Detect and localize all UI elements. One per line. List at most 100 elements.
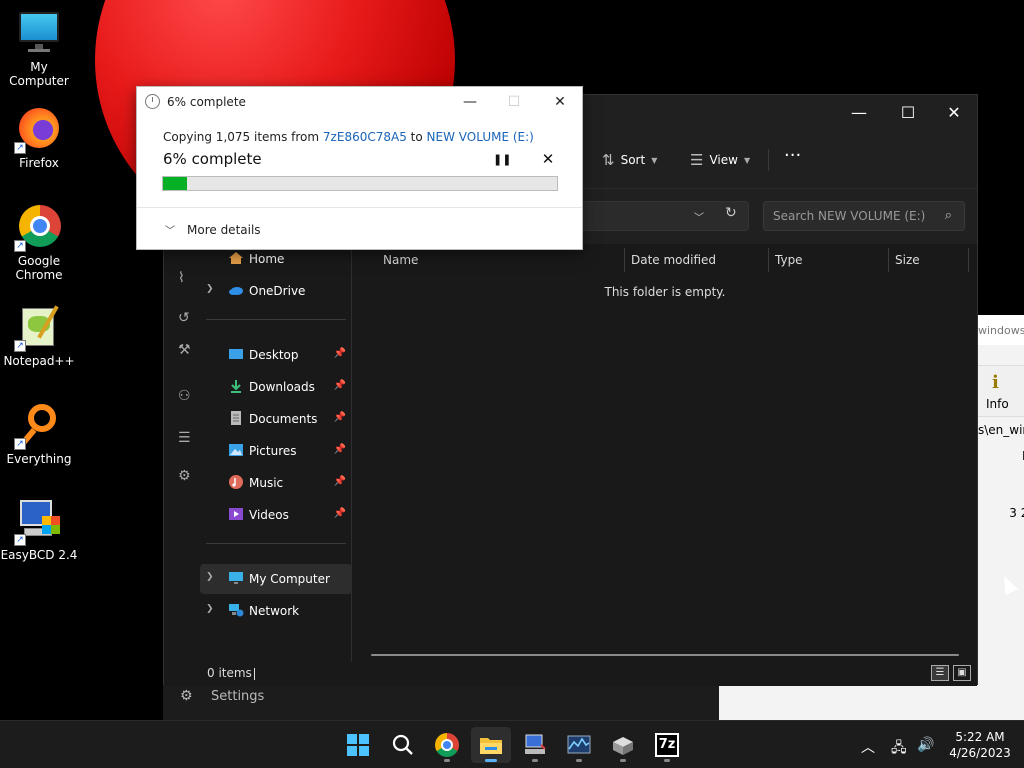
desktop-folder-icon — [228, 347, 244, 361]
desktop-icon-firefox[interactable]: ↗ Firefox — [0, 106, 78, 170]
nav-item-music[interactable]: Music 📌 — [200, 468, 352, 498]
network-icon — [228, 603, 244, 617]
address-bar[interactable] — [579, 201, 749, 231]
taskbar-network-tool[interactable] — [515, 727, 555, 763]
minimize-button[interactable]: — — [455, 93, 485, 111]
search-input[interactable]: Search NEW VOLUME (E:) ⌕ — [763, 201, 965, 231]
pin-icon[interactable]: 📌 — [334, 508, 346, 519]
monitor-icon — [16, 10, 62, 56]
nav-item-my-computer[interactable]: ❯ My Computer — [200, 564, 352, 594]
package-icon — [611, 733, 635, 757]
details-view-button[interactable]: ☰ — [931, 665, 949, 681]
view-icon: ☰ — [690, 151, 704, 169]
view-button[interactable]: ☰ View ▼ — [690, 151, 750, 169]
tiles-view-button[interactable]: ▣ — [953, 665, 971, 681]
column-header-name[interactable]: Name — [383, 248, 418, 272]
destination-link[interactable]: NEW VOLUME (E:) — [427, 130, 534, 144]
column-separator[interactable] — [888, 248, 889, 272]
nav-item-downloads[interactable]: Downloads 📌 — [200, 372, 352, 402]
background-archive-window[interactable]: windows_ i Info s\en_win Pa 1 1 3 22 3 4 — [978, 315, 1024, 720]
start-button[interactable] — [338, 727, 378, 763]
clock-date: 4/26/2023 — [949, 746, 1011, 760]
column-header-size[interactable]: Size — [895, 248, 920, 272]
taskbar-package-tool[interactable] — [603, 727, 643, 763]
pin-icon[interactable]: 📌 — [334, 444, 346, 455]
taskbar-clock[interactable]: 5:22 AM 4/26/2023 — [940, 729, 1020, 761]
maximize-button: ☐ — [507, 94, 521, 110]
item-count: 0 items — [207, 666, 252, 680]
info-icon[interactable]: i — [992, 372, 999, 393]
users-icon[interactable]: ⚇ — [178, 388, 191, 404]
refresh-icon[interactable]: ↻ — [725, 205, 737, 221]
nav-item-pictures[interactable]: Pictures 📌 — [200, 436, 352, 466]
pin-icon[interactable]: 📌 — [334, 348, 346, 359]
volume-icon[interactable]: 🔊 — [917, 737, 934, 753]
copy-progress-dialog[interactable]: 6% complete — ☐ ✕ Copying 1,075 items fr… — [136, 86, 583, 250]
chevron-right-icon[interactable]: ❯ — [206, 284, 214, 294]
pictures-icon — [228, 443, 244, 457]
show-hidden-icons-chevron[interactable]: ︿ — [861, 737, 875, 757]
taskbar-chrome[interactable] — [427, 727, 467, 763]
background-window-path: s\en_win — [978, 423, 1024, 437]
desktop-icon-easybcd[interactable]: ↗ EasyBCD 2.4 — [0, 498, 78, 562]
info-button-label[interactable]: Info — [986, 397, 1009, 411]
column-separator[interactable] — [968, 248, 969, 272]
desktop-icon-my-computer[interactable]: My Computer — [0, 10, 78, 88]
sort-button[interactable]: ⇅ Sort ▼ — [602, 151, 657, 169]
column-separator[interactable] — [768, 248, 769, 272]
nav-item-desktop[interactable]: Desktop 📌 — [200, 340, 352, 370]
source-link[interactable]: 7zE860C78A5 — [323, 130, 407, 144]
minimize-button[interactable]: — — [836, 101, 882, 125]
cancel-icon[interactable]: ✕ — [539, 150, 557, 168]
folder-icon — [479, 733, 503, 757]
pause-icon[interactable]: ❚❚ — [493, 152, 511, 168]
running-indicator — [532, 759, 538, 762]
running-indicator — [485, 759, 497, 762]
nav-item-videos[interactable]: Videos 📌 — [200, 500, 352, 530]
chevron-right-icon[interactable]: ❯ — [206, 572, 214, 582]
desktop-icon-google-chrome[interactable]: ↗ Google Chrome — [0, 204, 78, 282]
clock-time: 5:22 AM — [955, 730, 1005, 744]
taskbar-system-monitor[interactable] — [559, 727, 599, 763]
more-options-button[interactable]: ··· — [784, 145, 801, 166]
file-list-pane[interactable]: Name Date modified Type Size This folder… — [353, 244, 977, 662]
taskbar-search-button[interactable] — [383, 727, 423, 763]
network-status-icon[interactable]: 🖧 — [891, 737, 907, 761]
history-icon[interactable]: ↺ — [178, 310, 190, 326]
gear-icon[interactable]: ⚙ — [178, 468, 191, 484]
nav-item-network[interactable]: ❯ Network — [200, 596, 352, 626]
download-icon — [228, 379, 244, 393]
chevron-right-icon[interactable]: ❯ — [206, 604, 214, 614]
close-button[interactable]: ✕ — [545, 93, 575, 111]
navigation-pane: Home ❯ OneDrive Desktop 📌 Downloads 📌 Do… — [200, 244, 352, 662]
search-icon: ⌕ — [944, 208, 952, 223]
nav-item-documents[interactable]: Documents 📌 — [200, 404, 352, 434]
background-window-title: windows_ — [978, 315, 1024, 345]
tools-icon[interactable]: ⚒ — [178, 342, 191, 358]
pin-icon[interactable]: 📌 — [334, 380, 346, 391]
column-header-date-modified[interactable]: Date modified — [631, 248, 716, 272]
activity-icon[interactable]: ⌇ — [178, 270, 185, 286]
taskbar-file-explorer[interactable] — [471, 727, 511, 763]
column-separator[interactable] — [624, 248, 625, 272]
pin-icon[interactable]: 📌 — [334, 412, 346, 423]
background-settings-window[interactable]: ⚙ Settings — [163, 684, 719, 720]
cloud-icon — [228, 283, 244, 297]
more-details-button[interactable]: ﹀ More details — [165, 222, 261, 238]
horizontal-scrollbar[interactable] — [371, 654, 959, 656]
maximize-button[interactable]: ☐ — [885, 101, 931, 125]
pin-icon[interactable]: 📌 — [334, 476, 346, 487]
chevron-down-icon: ﹀ — [165, 226, 175, 237]
dialog-titlebar[interactable]: 6% complete — ☐ ✕ — [137, 87, 582, 117]
taskbar-7zip[interactable]: 7z — [647, 727, 687, 763]
desktop-icon-notepadpp[interactable]: ↗ Notepad++ — [0, 304, 78, 368]
chevron-down-icon[interactable]: ﹀ — [694, 209, 704, 224]
desktop-icon-everything[interactable]: ↗ Everything — [0, 402, 78, 466]
music-icon — [228, 475, 244, 489]
close-button[interactable]: ✕ — [931, 101, 977, 125]
settings-label[interactable]: Settings — [211, 689, 264, 704]
list-icon[interactable]: ☰ — [178, 430, 191, 446]
nav-item-onedrive[interactable]: ❯ OneDrive — [200, 276, 352, 306]
taskbar: 7z ︿ 🖧 🔊 5:22 AM 4/26/2023 — [0, 720, 1024, 768]
column-header-type[interactable]: Type — [775, 248, 803, 272]
